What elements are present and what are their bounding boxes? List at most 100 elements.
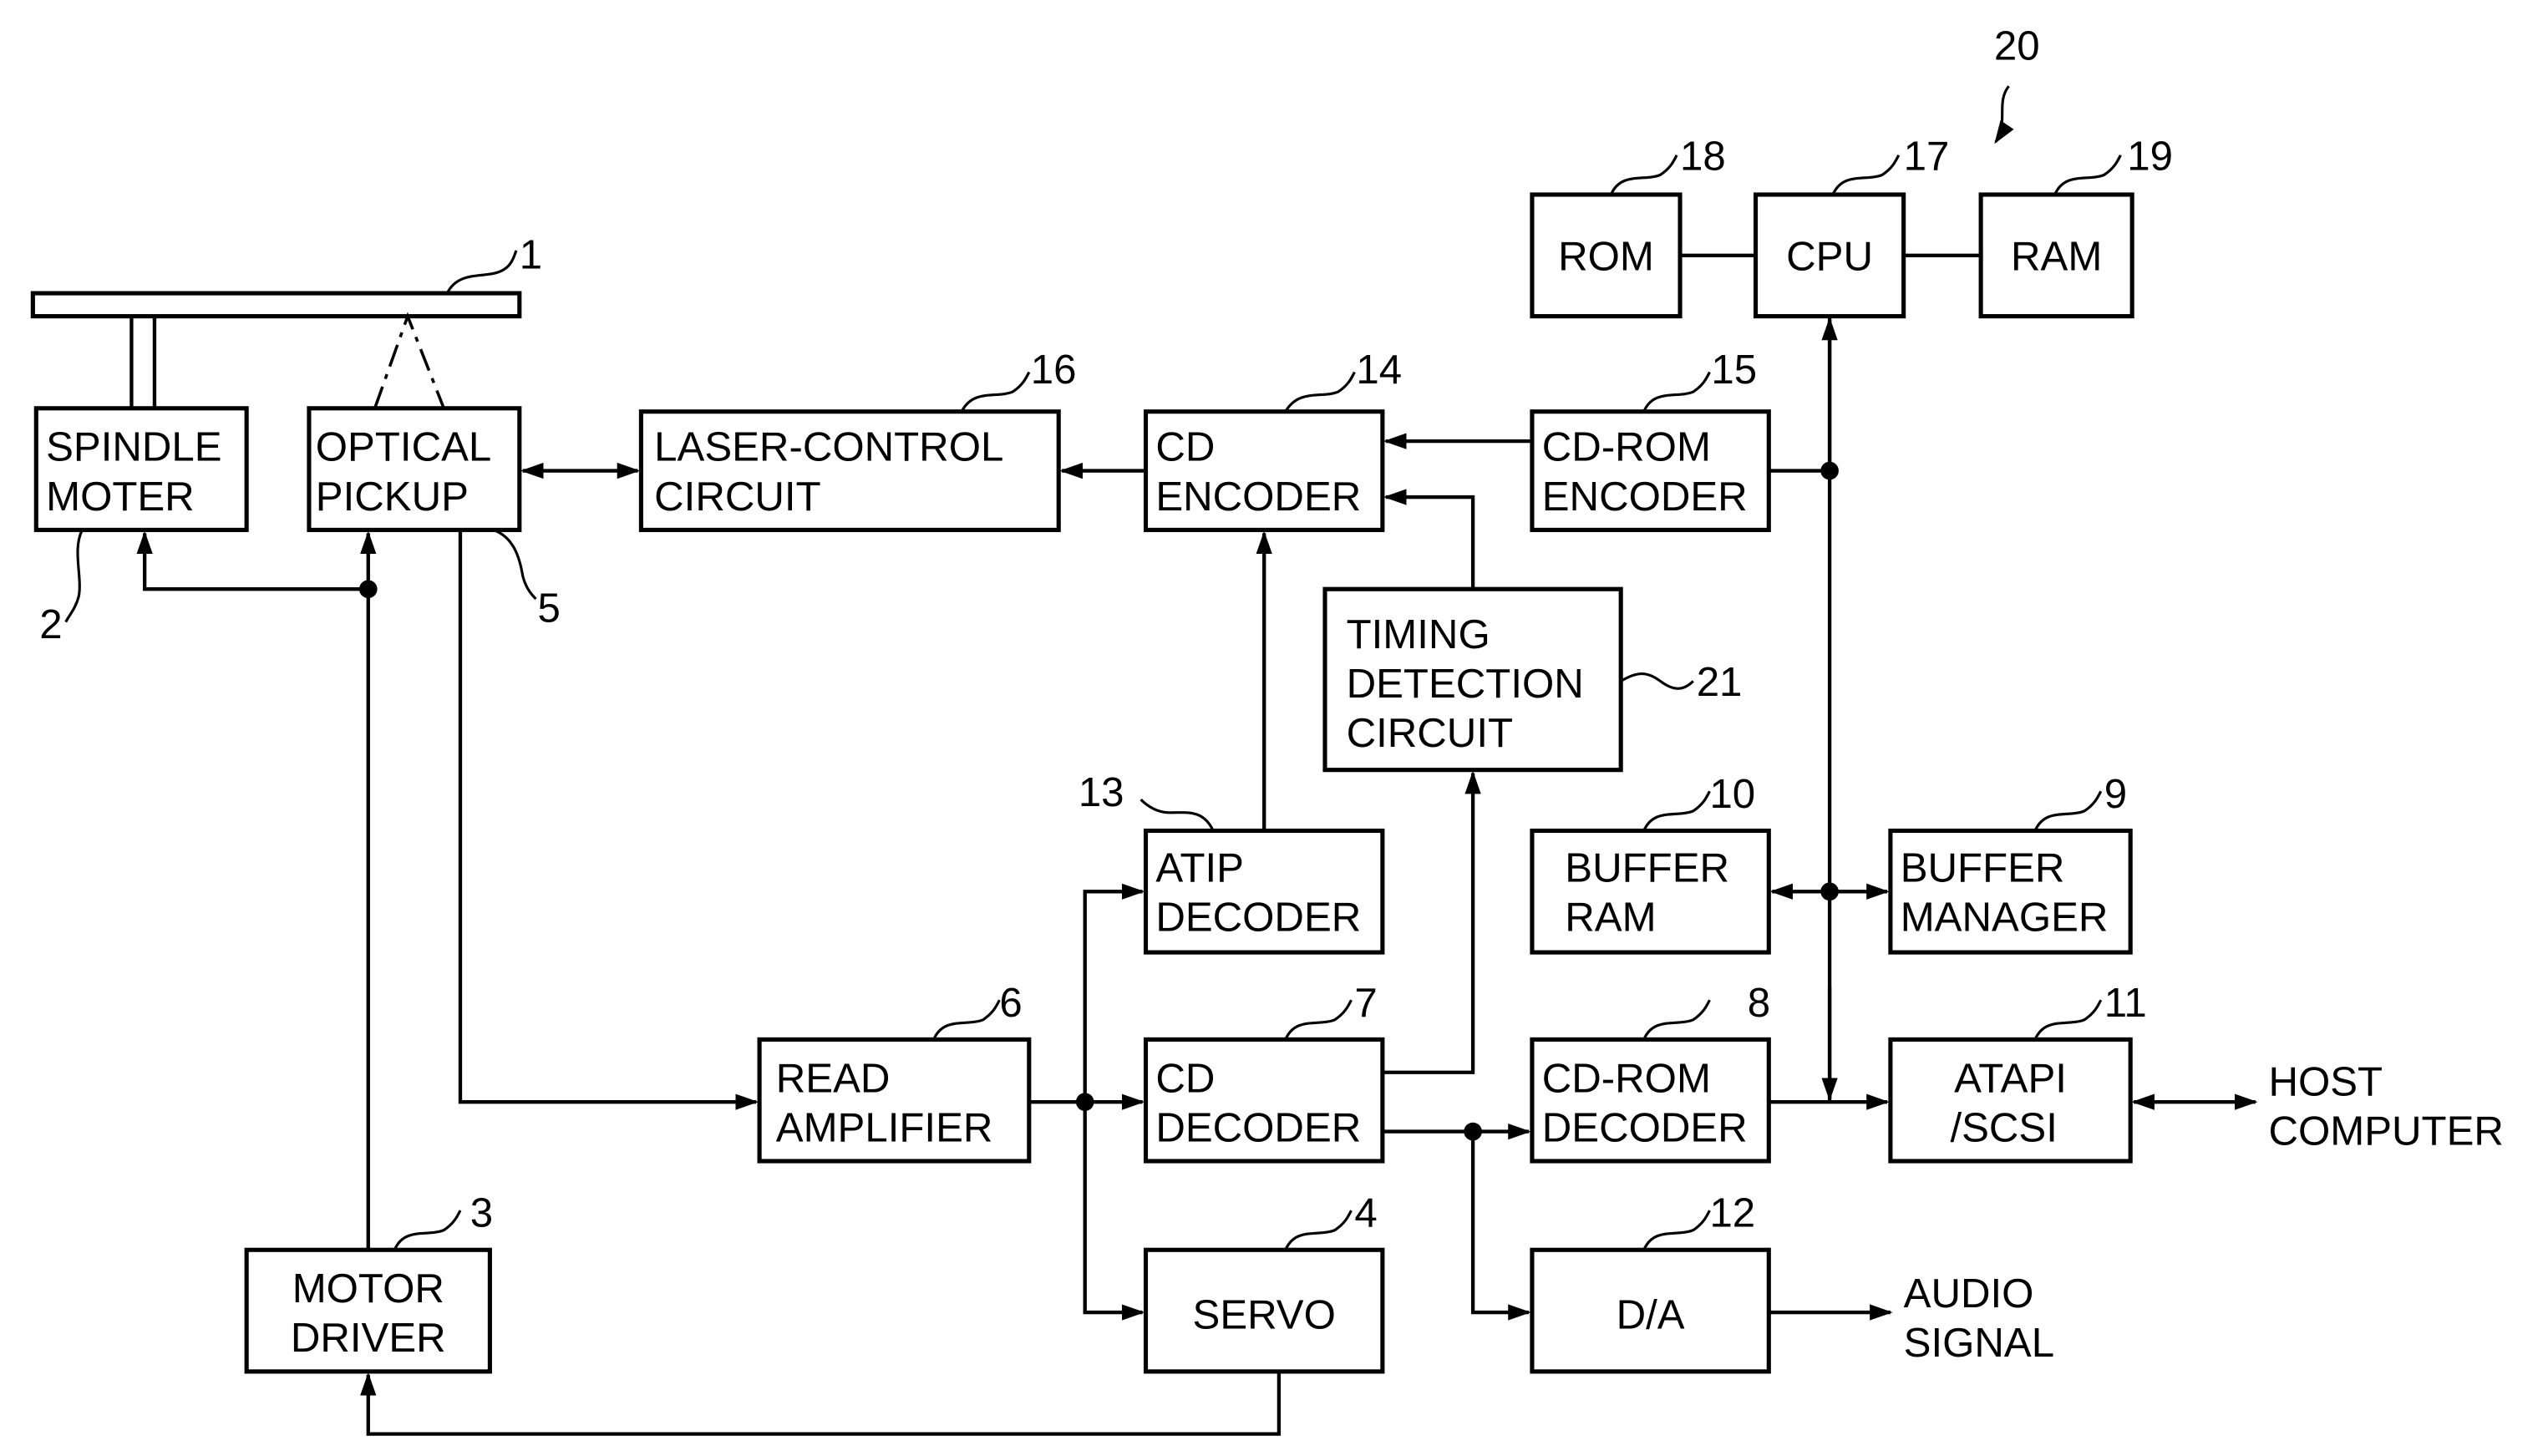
- leader-14: [1284, 371, 1356, 413]
- optical-pickup-block: OPTICAL PICKUP 5: [307, 406, 561, 632]
- cd-encoder-block: CD ENCODER 14: [1143, 347, 1402, 532]
- read-amplifier-label-1: READ: [776, 1055, 891, 1101]
- arrow-to-servo: [1083, 1102, 1145, 1321]
- leader-19: [2053, 155, 2122, 195]
- arrow-to-atip-decoder: [1083, 883, 1145, 1103]
- cdrom-decoder-label-1: CD-ROM: [1542, 1055, 1711, 1101]
- ref-10: 10: [1709, 771, 1755, 817]
- leader-4: [1284, 1210, 1353, 1251]
- read-amplifier-label-2: AMPLIFIER: [776, 1104, 993, 1150]
- cdrom-decoder-label-2: DECODER: [1542, 1104, 1748, 1150]
- leader-5: [492, 528, 537, 601]
- ref-8: 8: [1748, 980, 1770, 1026]
- cd-decoder-label-2: DECODER: [1155, 1104, 1361, 1150]
- buffer-manager-label-1: BUFFER: [1901, 845, 2065, 890]
- buffer-ram-block: BUFFER RAM 10: [1530, 771, 1771, 955]
- spindle-motor-label-2: MOTER: [46, 474, 195, 520]
- atip-decoder-block: ATIP DECODER 13: [1079, 769, 1385, 955]
- atip-decoder-label-2: DECODER: [1155, 895, 1361, 941]
- leader-18: [1609, 155, 1678, 195]
- cdrom-encoder-label-2: ENCODER: [1542, 474, 1748, 520]
- leader-6: [932, 999, 1001, 1041]
- timing-detection-label-1: TIMING: [1347, 611, 1490, 657]
- atapi-scsi-block: ATAPI /SCSI 11: [1888, 980, 2147, 1164]
- timing-detection-block: TIMING DETECTION CIRCUIT 21: [1322, 586, 1743, 773]
- ref-12: 12: [1709, 1190, 1755, 1236]
- ref-14: 14: [1356, 347, 1402, 393]
- ref-3: 3: [470, 1190, 493, 1236]
- timing-detection-label-2: DETECTION: [1347, 661, 1584, 707]
- spindle-motor-block: SPINDLE MOTER 2: [33, 406, 249, 647]
- servo-block: SERVO 4: [1143, 1190, 1385, 1374]
- host-computer-label-1: HOST: [2268, 1058, 2383, 1104]
- laser-beam-lines: [373, 312, 445, 409]
- ref-7: 7: [1354, 980, 1377, 1026]
- rom-label: ROM: [1558, 233, 1654, 279]
- ref-6: 6: [999, 980, 1022, 1026]
- laser-control-label-2: CIRCUIT: [654, 474, 820, 520]
- leader-21: [1620, 672, 1694, 690]
- block-diagram: 1 SPINDLE MOTER 2 OPTICAL PICKUP 5 LASER…: [30, 23, 2504, 1436]
- arrow-pickup-to-read-amp: [458, 530, 759, 1110]
- ram-label: RAM: [2011, 233, 2102, 279]
- optical-pickup-label-2: PICKUP: [316, 474, 469, 520]
- ref-19: 19: [2127, 133, 2173, 179]
- arrow-timing-to-cd-encoder: [1383, 489, 1475, 590]
- spindle-motor-label-1: SPINDLE: [46, 424, 222, 470]
- ref-5: 5: [537, 586, 560, 632]
- cdrom-encoder-label-1: CD-ROM: [1542, 424, 1711, 470]
- leader-2: [64, 529, 84, 623]
- ref-13: 13: [1079, 769, 1124, 815]
- ref-18: 18: [1680, 133, 1726, 179]
- leader-3: [393, 1210, 462, 1251]
- atapi-scsi-label-1: ATAPI: [1954, 1055, 2067, 1101]
- motor-driver-label-1: MOTOR: [292, 1266, 444, 1311]
- arrow-driver-to-spindle: [136, 530, 368, 591]
- system-controller-group-ref: 20: [1994, 23, 2040, 145]
- leader-8: [1642, 999, 1711, 1041]
- leader-1: [445, 250, 518, 294]
- ref-16: 16: [1031, 347, 1077, 393]
- atip-decoder-label-1: ATIP: [1155, 845, 1244, 890]
- cpu-label: CPU: [1786, 233, 1873, 279]
- arrow-cd-decoder-to-timing: [1382, 770, 1481, 1074]
- cpu-block: CPU 17: [1753, 133, 1949, 319]
- leader-15: [1642, 371, 1711, 413]
- leader-9: [2033, 790, 2103, 832]
- ref-1: 1: [520, 232, 542, 278]
- audio-signal-label-2: SIGNAL: [1904, 1320, 2054, 1366]
- cd-decoder-label-1: CD: [1155, 1055, 1215, 1101]
- cd-decoder-block: CD DECODER 7: [1143, 980, 1385, 1164]
- cd-encoder-label-1: CD: [1155, 424, 1215, 470]
- ref-20: 20: [1994, 23, 2040, 69]
- read-amplifier-block: READ AMPLIFIER 6: [757, 980, 1032, 1164]
- leader-10: [1642, 790, 1711, 832]
- ref-11: 11: [2104, 980, 2147, 1026]
- optical-pickup-label-1: OPTICAL: [316, 424, 491, 470]
- da-block: D/A 12: [1530, 1190, 1771, 1374]
- leader-11: [2033, 999, 2103, 1041]
- ram-block: RAM 19: [1978, 133, 2173, 319]
- laser-control-block: LASER-CONTROL CIRCUIT 16: [638, 347, 1077, 532]
- buffer-manager-label-2: MANAGER: [1901, 895, 2109, 941]
- leader-12: [1642, 1210, 1711, 1251]
- timing-detection-label-3: CIRCUIT: [1347, 710, 1513, 756]
- cdrom-decoder-block: CD-ROM DECODER 8: [1530, 980, 1771, 1164]
- arrow-servo-to-motor-driver: [360, 1371, 1282, 1436]
- laser-control-label-1: LASER-CONTROL: [654, 424, 1003, 470]
- ref-21: 21: [1697, 659, 1743, 705]
- motor-driver-label-2: DRIVER: [291, 1315, 446, 1361]
- rom-block: ROM 18: [1530, 133, 1726, 319]
- servo-label: SERVO: [1193, 1292, 1336, 1338]
- disc-platter: [30, 291, 522, 319]
- leader-20: [1994, 85, 2014, 145]
- da-label: D/A: [1617, 1292, 1685, 1338]
- buffer-manager-block: BUFFER MANAGER 9: [1888, 771, 2133, 955]
- leader-13: [1139, 798, 1215, 832]
- buffer-ram-label-2: RAM: [1565, 895, 1656, 941]
- ref-2: 2: [39, 601, 62, 647]
- arrow-to-da: [1470, 1131, 1531, 1321]
- ref-9: 9: [2104, 771, 2127, 817]
- host-computer-label-2: COMPUTER: [2268, 1108, 2503, 1154]
- leader-16: [960, 371, 1031, 413]
